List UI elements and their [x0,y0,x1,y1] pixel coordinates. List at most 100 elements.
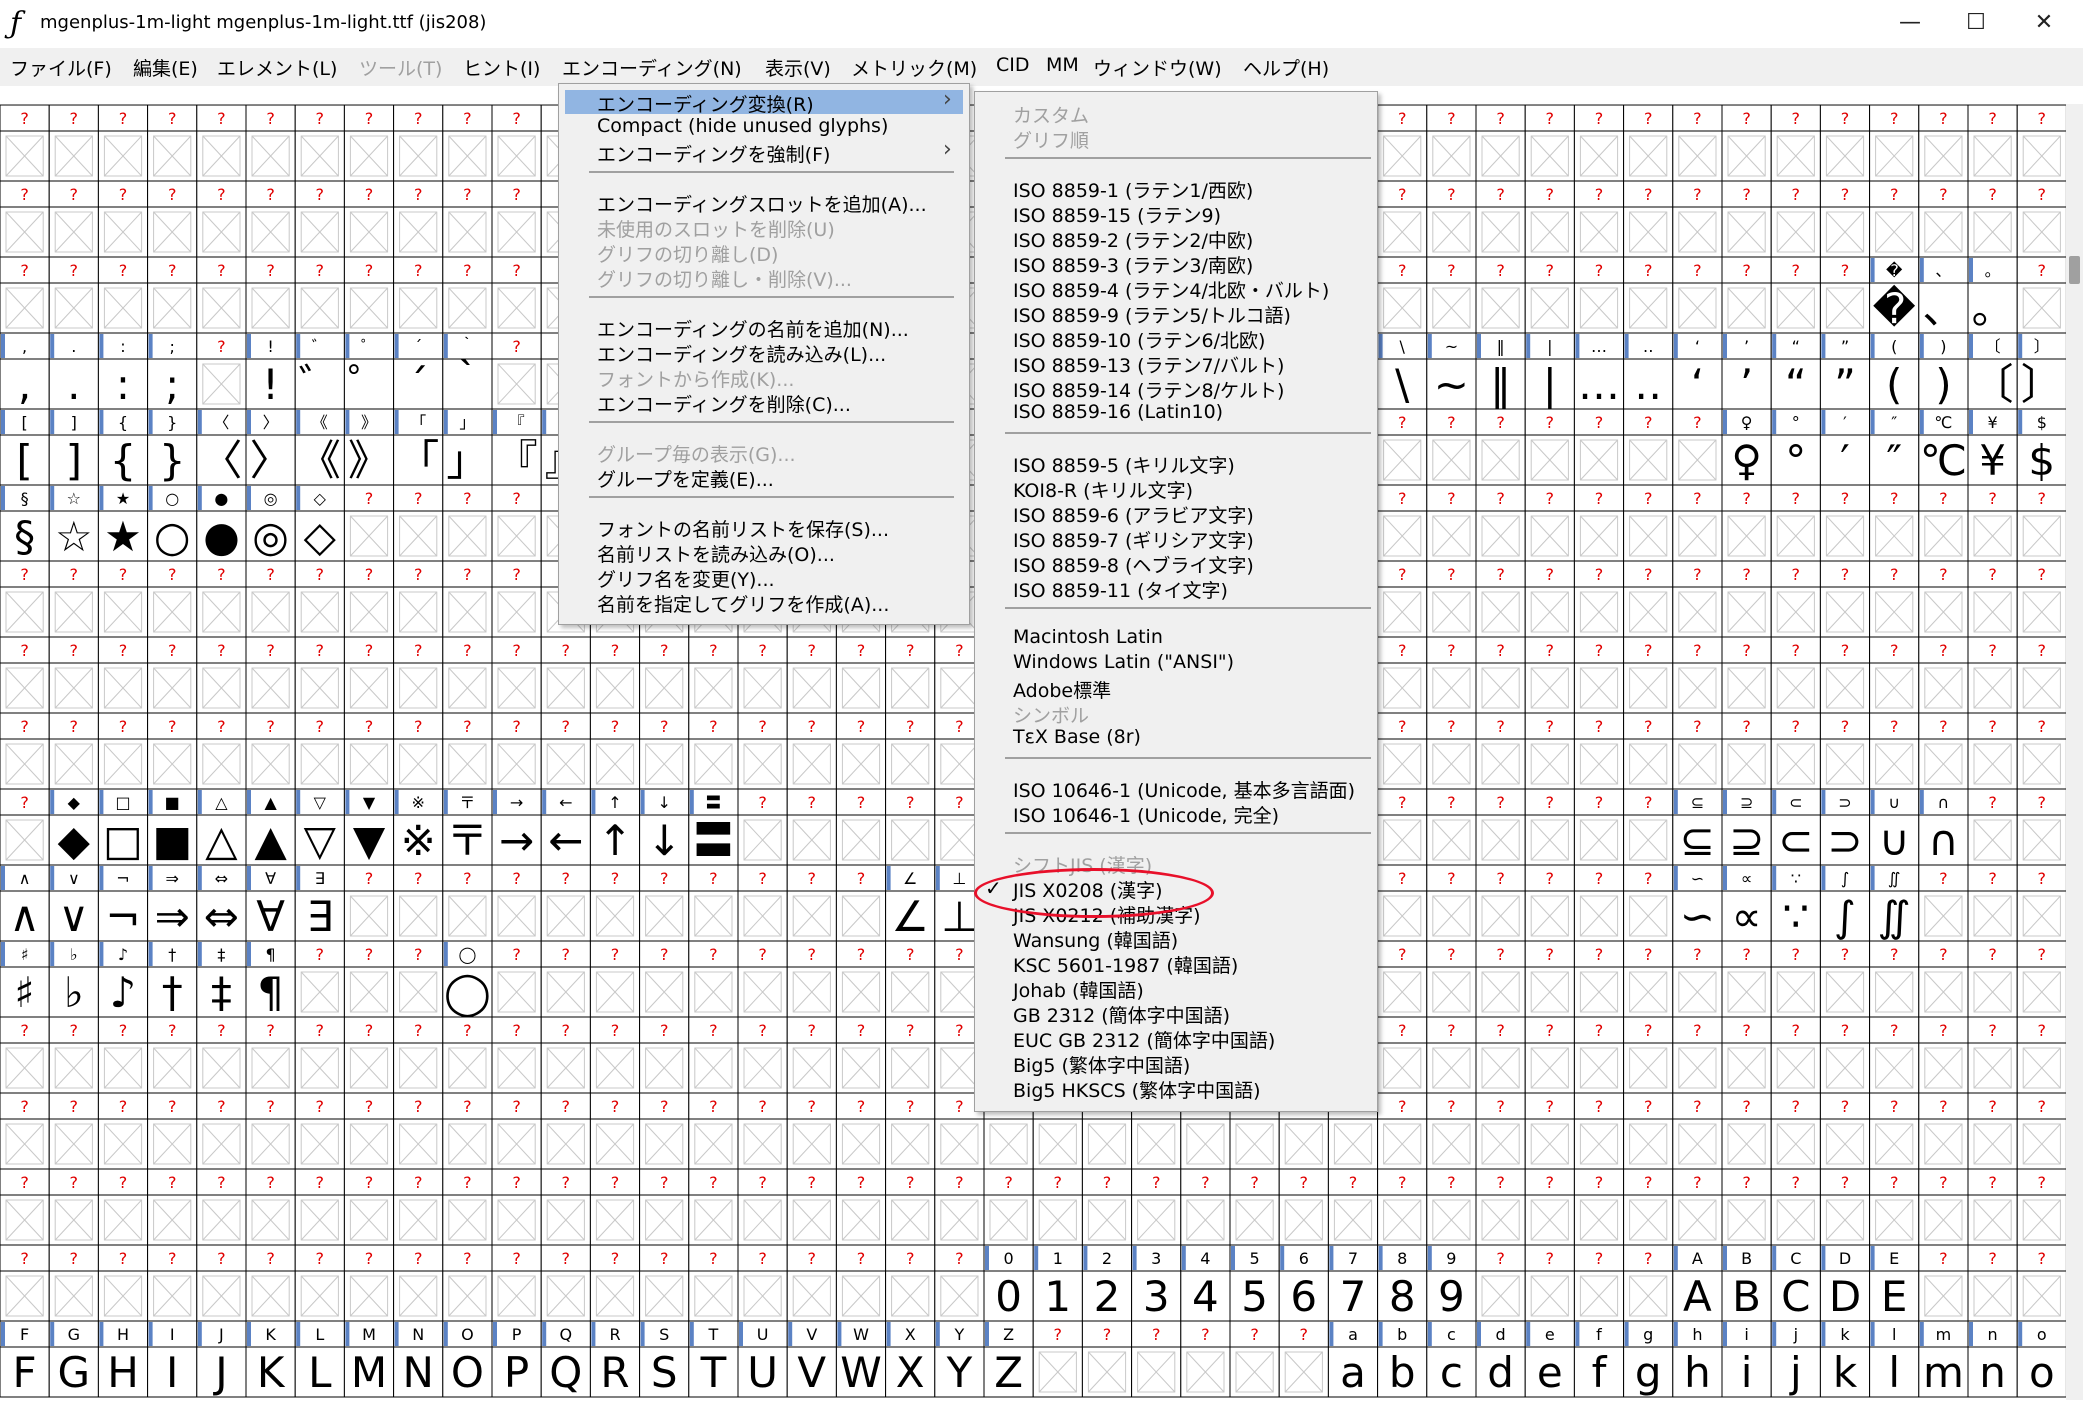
reencode-item[interactable]: TεX Base (8r) [1013,726,1141,748]
glyph-cell[interactable]: ↓↓ [639,788,690,866]
glyph-cell[interactable]: ? [1672,105,1723,182]
reencode-item[interactable]: ISO 8859-2 (ラテン2/中欧) [1013,226,1253,253]
glyph-cell[interactable]: ? [97,1244,149,1322]
menu-tools[interactable]: ツール(T) [359,54,442,81]
glyph-cell[interactable]: ? [491,864,542,942]
glyph-cell[interactable]: ? [97,560,149,638]
glyph-cell[interactable]: ? [1672,636,1723,714]
glyph-cell[interactable]: ¬¬ [97,864,149,942]
glyph-cell[interactable]: ? [1721,105,1772,182]
glyph-cell[interactable]: ? [639,940,690,1018]
glyph-cell[interactable]: 》》 [343,408,395,486]
glyph-cell[interactable]: ? [1721,940,1772,1018]
glyph-cell[interactable]: ? [1426,636,1477,714]
glyph-cell[interactable]: ☆☆ [48,484,99,562]
reencode-item[interactable]: ISO 8859-13 (ラテン7/バルト) [1013,351,1284,378]
glyph-cell[interactable]: ℃℃ [1918,408,1969,486]
reencode-item[interactable]: ISO 8859-3 (ラテン3/南欧) [1013,251,1253,278]
glyph-cell[interactable]: RR [589,1320,641,1398]
glyph-cell[interactable]: ? [1967,1092,2018,1170]
reencode-item[interactable]: Johab (韓国語) [1013,976,1144,1003]
glyph-cell[interactable]: ? [147,180,198,258]
glyph-cell[interactable]: ∧∧ [0,864,50,942]
glyph-cell[interactable]: ゛゛ [294,332,345,410]
glyph-cell[interactable]: ? [1524,256,1575,334]
glyph-cell[interactable]: ,, [0,332,50,410]
glyph-cell[interactable]: ? [1918,636,1969,714]
glyph-cell[interactable]: ? [1032,1168,1083,1246]
glyph-cell[interactable]: ? [1967,864,2018,942]
glyph-cell[interactable]: ii [1721,1320,1772,1398]
reencode-item[interactable]: Windows Latin ("ANSI") [1013,651,1234,673]
glyph-cell[interactable]: ? [1573,940,1625,1018]
glyph-cell[interactable]: ? [393,560,444,638]
glyph-cell[interactable]: ? [491,332,542,410]
encoding-menu-item[interactable]: Compact (hide unused glyphs) [597,115,888,137]
glyph-cell[interactable]: ? [0,712,50,790]
glyph-cell[interactable]: ? [1377,1016,1428,1094]
glyph-cell[interactable]: ? [1770,256,1821,334]
glyph-cell[interactable]: ? [442,1016,493,1094]
glyph-cell[interactable]: ? [2016,484,2066,562]
reencode-item[interactable]: ISO 8859-10 (ラテン6/北欧) [1013,326,1265,353]
glyph-cell[interactable]: ? [1770,484,1821,562]
glyph-cell[interactable]: ? [540,1244,591,1322]
glyph-cell[interactable]: ? [0,636,50,714]
glyph-cell[interactable]: �� [1869,256,1920,334]
glyph-cell[interactable]: ? [196,332,247,410]
glyph-cell[interactable]: ? [2016,256,2066,334]
glyph-cell[interactable]: YY [934,1320,985,1398]
glyph-cell[interactable]: ⊂⊂ [1770,788,1821,866]
glyph-cell[interactable]: ? [491,180,542,258]
encoding-menu-item[interactable]: グループ毎の表示(G)... [597,440,796,467]
glyph-cell[interactable]: ? [294,712,345,790]
glyph-cell[interactable]: 88 [1377,1244,1428,1322]
glyph-cell[interactable]: ? [442,1092,493,1170]
glyph-cell[interactable]: ? [1721,484,1772,562]
glyph-cell[interactable]: ? [1573,1168,1625,1246]
menu-metrics[interactable]: メトリック(M) [851,54,977,81]
glyph-cell[interactable]: ? [1623,788,1674,866]
glyph-cell[interactable]: ? [835,864,887,942]
glyph-cell[interactable]: ? [48,712,99,790]
glyph-cell[interactable]: ? [48,1244,99,1322]
glyph-cell[interactable]: ? [48,1092,99,1170]
glyph-cell[interactable]: ‘‘ [1672,332,1723,410]
glyph-cell[interactable]: JJ [196,1320,247,1398]
glyph-cell[interactable]: ? [589,1092,641,1170]
glyph-cell[interactable]: ? [1918,1168,1969,1246]
glyph-cell[interactable]: ? [1623,1092,1674,1170]
glyph-cell[interactable]: ? [1426,788,1477,866]
glyph-cell[interactable]: ? [1573,864,1625,942]
glyph-cell[interactable]: ? [294,1092,345,1170]
glyph-cell[interactable]: ? [1573,636,1625,714]
glyph-cell[interactable]: ? [97,712,149,790]
glyph-cell[interactable]: ? [540,1168,591,1246]
glyph-cell[interactable]: ? [1524,180,1575,258]
glyph-cell[interactable]: ? [1770,560,1821,638]
glyph-cell[interactable]: ? [540,940,591,1018]
glyph-cell[interactable]: ? [835,1168,887,1246]
glyph-cell[interactable]: ? [1967,940,2018,1018]
glyph-cell[interactable]: ? [737,1168,788,1246]
glyph-cell[interactable]: ⊇⊇ [1721,788,1772,866]
glyph-cell[interactable]: ◇◇ [294,484,345,562]
encoding-menu-item[interactable]: エンコーディングスロットを追加(A)... [597,190,927,217]
glyph-cell[interactable]: ? [1377,864,1428,942]
glyph-cell[interactable]: ? [737,636,788,714]
glyph-cell[interactable]: ? [48,105,99,182]
glyph-cell[interactable]: aa [1327,1320,1379,1398]
glyph-cell[interactable]: ? [1869,940,1920,1018]
glyph-cell[interactable]: ? [688,1244,739,1322]
glyph-cell[interactable]: ? [737,1092,788,1170]
glyph-cell[interactable]: ○○ [147,484,198,562]
glyph-cell[interactable]: ? [786,940,837,1018]
glyph-cell[interactable]: →→ [491,788,542,866]
glyph-cell[interactable]: ? [196,712,247,790]
glyph-cell[interactable]: ? [343,636,395,714]
glyph-cell[interactable]: ? [1426,560,1477,638]
glyph-cell[interactable]: ? [639,712,690,790]
glyph-cell[interactable]: ? [540,1092,591,1170]
glyph-cell[interactable]: ? [1524,105,1575,182]
glyph-cell[interactable]: □□ [97,788,149,866]
